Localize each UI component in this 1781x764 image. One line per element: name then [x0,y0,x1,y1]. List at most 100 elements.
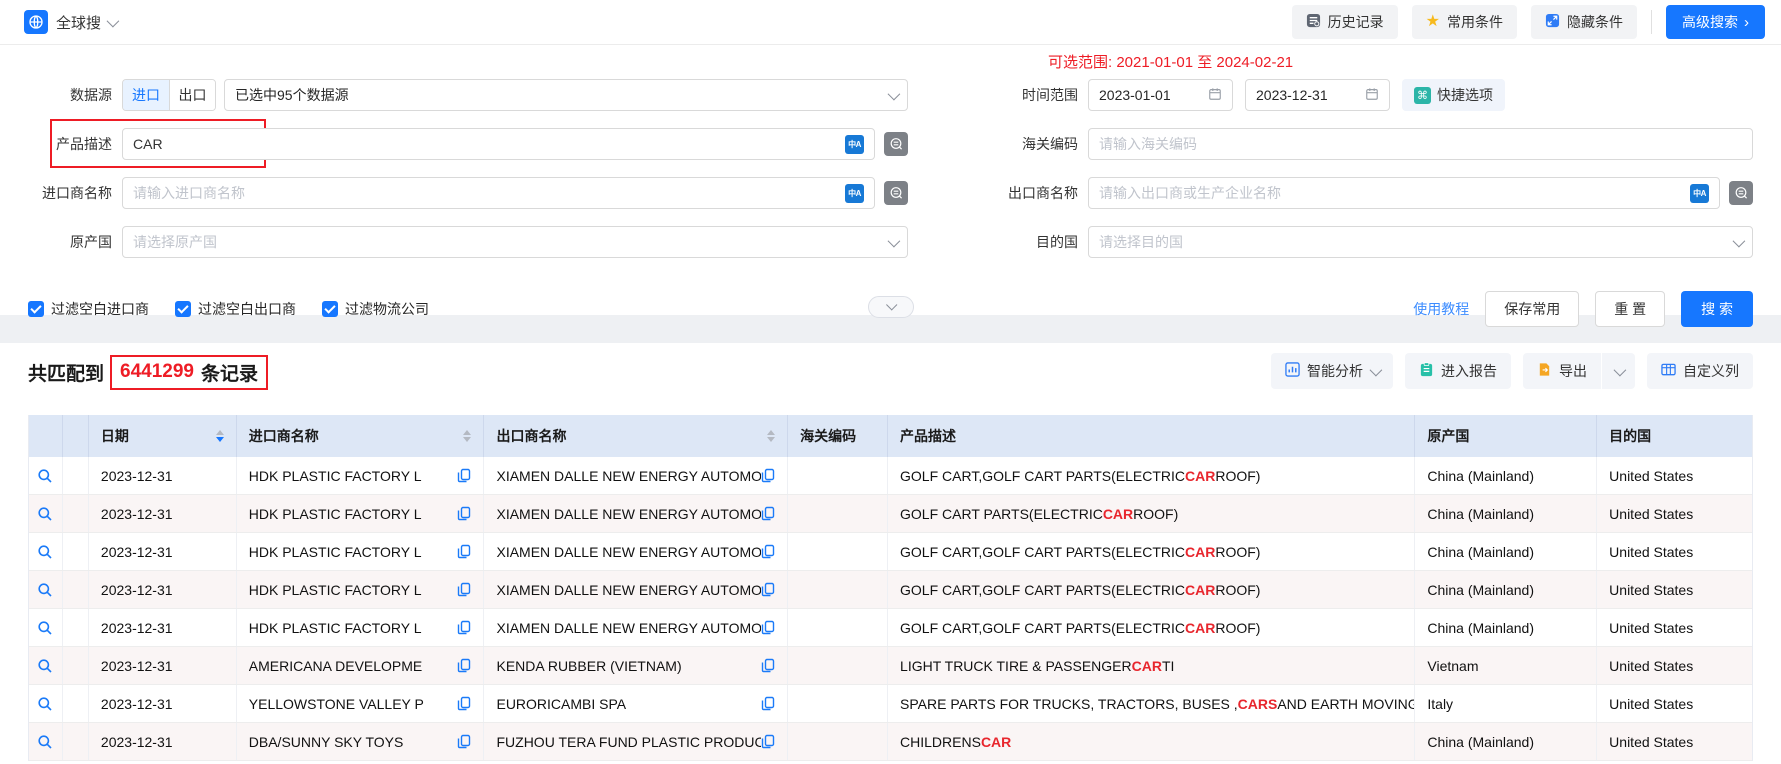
search-icon[interactable] [37,658,53,674]
enter-report-button[interactable]: 进入报告 [1405,353,1511,389]
copy-icon[interactable] [457,696,471,711]
row-spacer [63,609,89,646]
export-toggle[interactable]: 出口 [169,80,215,110]
copy-icon[interactable] [457,582,471,597]
cell-hs-code [788,457,888,494]
importer-input[interactable] [133,185,837,201]
filter-search-icon[interactable] [884,181,908,205]
tutorial-link[interactable]: 使用教程 [1413,299,1469,319]
search-icon[interactable] [37,506,53,522]
search-icon[interactable] [37,544,53,560]
keyword-highlight: CAR [1185,620,1215,636]
header-exporter[interactable]: 出口商名称 [484,415,788,457]
save-common-button[interactable]: 保存常用 [1485,291,1579,327]
copy-icon[interactable] [761,468,775,483]
chevron-down-icon[interactable] [107,14,120,27]
filter-logistics-checkbox[interactable]: 过滤物流公司 [322,299,429,319]
cell-date: 2023-12-31 [89,533,237,570]
count-prefix: 共匹配到 [28,359,104,386]
copy-icon[interactable] [457,658,471,673]
sort-caret-icon[interactable] [216,430,224,442]
filter-blank-importer-checkbox[interactable]: 过滤空白进口商 [28,299,149,319]
cell-exporter: XIAMEN DALLE NEW ENERGY AUTOMOBILE [484,571,788,608]
search-icon[interactable] [37,696,53,712]
header-date[interactable]: 日期 [89,415,237,457]
favorites-button[interactable]: ★ 常用条件 [1412,5,1517,39]
cell-origin: China (Mainland) [1415,457,1597,494]
cell-date: 2023-12-31 [89,495,237,532]
cell-importer: HDK PLASTIC FACTORY L [237,457,485,494]
history-icon [1306,13,1321,31]
copy-icon[interactable] [457,620,471,635]
data-source-select[interactable]: 已选中95个数据源 [224,79,908,111]
cell-hs-code [788,571,888,608]
origin-country-select[interactable]: 请选择原产国 [122,226,908,258]
copy-icon[interactable] [457,734,471,749]
copy-icon[interactable] [761,696,775,711]
search-icon[interactable] [37,734,53,750]
copy-icon[interactable] [761,582,775,597]
advanced-search-button[interactable]: 高级搜索 › [1666,5,1765,39]
end-date-field[interactable]: 2023-12-31 [1245,79,1390,111]
exporter-field: 中A [1088,177,1720,209]
form-right-column: 时间范围 2023-01-01 2023-12-31 ⌘ 快捷选项 [908,79,1753,275]
hide-conditions-button[interactable]: 隐藏条件 [1531,5,1637,39]
header-hs-code: 海关编码 [788,415,888,457]
search-button[interactable]: 搜 索 [1681,291,1753,327]
export-button[interactable]: 导出 [1523,353,1601,389]
copy-icon[interactable] [761,734,775,749]
history-button[interactable]: 历史记录 [1292,5,1398,39]
exporter-input[interactable] [1099,185,1682,201]
copy-icon[interactable] [457,468,471,483]
hs-code-input[interactable] [1099,136,1742,152]
importer-field: 中A [122,177,875,209]
import-toggle[interactable]: 进口 [123,80,169,110]
collapse-window-icon [1545,13,1560,31]
smart-analysis-button[interactable]: 智能分析 [1271,353,1393,389]
keyword-highlight: CAR [1185,582,1215,598]
cell-exporter: FUZHOU TERA FUND PLASTIC PRODUCTS C [484,723,788,760]
sort-caret-icon[interactable] [767,430,775,442]
quick-options-button[interactable]: ⌘ 快捷选项 [1402,79,1505,111]
copy-icon[interactable] [457,506,471,521]
filter-search-icon[interactable] [884,132,908,156]
header-search-col [29,415,63,457]
start-date-field[interactable]: 2023-01-01 [1088,79,1233,111]
search-icon[interactable] [37,582,53,598]
translate-icon[interactable]: 中A [845,135,864,154]
export-dropdown-button[interactable] [1602,353,1635,389]
header-origin: 原产国 [1415,415,1597,457]
reset-button[interactable]: 重 置 [1595,291,1665,327]
search-icon[interactable] [37,468,53,484]
copy-icon[interactable] [761,506,775,521]
header-importer[interactable]: 进口商名称 [237,415,485,457]
search-icon[interactable] [37,620,53,636]
copy-icon[interactable] [457,544,471,559]
copy-icon[interactable] [761,620,775,635]
check-icon [28,301,44,317]
row-spacer [63,723,89,760]
sort-caret-icon[interactable] [463,430,471,442]
dest-country-select[interactable]: 请选择目的国 [1088,226,1753,258]
table-header: 日期 进口商名称 出口商名称 海关编码 产品描述 原产国 目的国 [29,415,1752,457]
copy-icon[interactable] [761,658,775,673]
filter-search-icon[interactable] [1729,181,1753,205]
table-row: 2023-12-31 HDK PLASTIC FACTORY L XIAMEN … [29,533,1752,571]
copy-icon[interactable] [761,544,775,559]
filter-blank-exporter-checkbox[interactable]: 过滤空白出口商 [175,299,296,319]
chevron-down-icon [1370,363,1383,376]
keyword-highlight: CAR [1103,506,1133,522]
header-product: 产品描述 [888,415,1415,457]
cell-origin: China (Mainland) [1415,495,1597,532]
keyword-highlight: CAR [1132,658,1162,674]
time-range-label: 时间范围 [938,85,1078,105]
product-desc-input[interactable] [133,136,837,152]
cell-dest: United States [1597,647,1752,684]
collapse-form-button[interactable] [868,296,914,318]
command-icon: ⌘ [1414,87,1431,104]
translate-icon[interactable]: 中A [845,184,864,203]
custom-columns-button[interactable]: 自定义列 [1647,353,1753,389]
results-section: 共匹配到 6441299 条记录 智能分析 进入报告 导出 [0,343,1781,761]
translate-icon[interactable]: 中A [1690,184,1709,203]
count-suffix: 条记录 [201,359,258,386]
